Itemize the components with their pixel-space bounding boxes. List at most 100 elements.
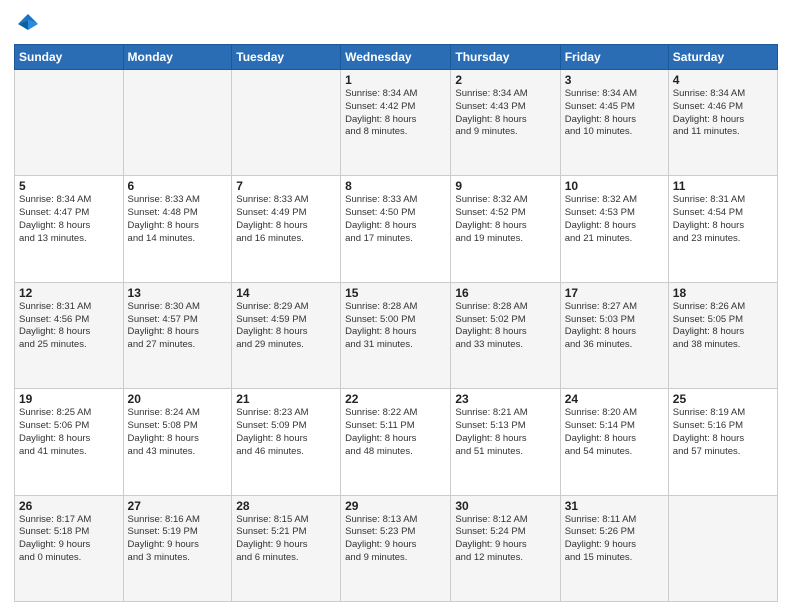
day-info: Sunrise: 8:31 AM Sunset: 4:56 PM Dayligh… [19, 301, 119, 352]
calendar-cell: 19Sunrise: 8:25 AM Sunset: 5:06 PM Dayli… [15, 389, 124, 495]
day-info: Sunrise: 8:31 AM Sunset: 4:54 PM Dayligh… [673, 194, 773, 245]
day-info: Sunrise: 8:28 AM Sunset: 5:02 PM Dayligh… [455, 301, 555, 352]
calendar-cell: 22Sunrise: 8:22 AM Sunset: 5:11 PM Dayli… [341, 389, 451, 495]
day-number: 24 [565, 392, 664, 406]
day-info: Sunrise: 8:13 AM Sunset: 5:23 PM Dayligh… [345, 514, 446, 565]
header [14, 10, 778, 38]
day-number: 29 [345, 499, 446, 513]
calendar-cell: 27Sunrise: 8:16 AM Sunset: 5:19 PM Dayli… [123, 495, 232, 601]
calendar-cell: 11Sunrise: 8:31 AM Sunset: 4:54 PM Dayli… [668, 176, 777, 282]
calendar-cell: 3Sunrise: 8:34 AM Sunset: 4:45 PM Daylig… [560, 70, 668, 176]
calendar-cell: 7Sunrise: 8:33 AM Sunset: 4:49 PM Daylig… [232, 176, 341, 282]
day-number: 19 [19, 392, 119, 406]
day-number: 2 [455, 73, 555, 87]
day-number: 1 [345, 73, 446, 87]
day-info: Sunrise: 8:27 AM Sunset: 5:03 PM Dayligh… [565, 301, 664, 352]
calendar-cell [123, 70, 232, 176]
day-number: 11 [673, 179, 773, 193]
day-number: 15 [345, 286, 446, 300]
day-info: Sunrise: 8:12 AM Sunset: 5:24 PM Dayligh… [455, 514, 555, 565]
calendar-cell: 2Sunrise: 8:34 AM Sunset: 4:43 PM Daylig… [451, 70, 560, 176]
weekday-header-saturday: Saturday [668, 45, 777, 70]
calendar-cell: 31Sunrise: 8:11 AM Sunset: 5:26 PM Dayli… [560, 495, 668, 601]
calendar-cell: 30Sunrise: 8:12 AM Sunset: 5:24 PM Dayli… [451, 495, 560, 601]
day-info: Sunrise: 8:34 AM Sunset: 4:47 PM Dayligh… [19, 194, 119, 245]
day-info: Sunrise: 8:17 AM Sunset: 5:18 PM Dayligh… [19, 514, 119, 565]
calendar-cell: 10Sunrise: 8:32 AM Sunset: 4:53 PM Dayli… [560, 176, 668, 282]
day-number: 17 [565, 286, 664, 300]
day-info: Sunrise: 8:22 AM Sunset: 5:11 PM Dayligh… [345, 407, 446, 458]
calendar-cell: 4Sunrise: 8:34 AM Sunset: 4:46 PM Daylig… [668, 70, 777, 176]
calendar-cell: 5Sunrise: 8:34 AM Sunset: 4:47 PM Daylig… [15, 176, 124, 282]
day-number: 14 [236, 286, 336, 300]
day-info: Sunrise: 8:34 AM Sunset: 4:45 PM Dayligh… [565, 88, 664, 139]
day-info: Sunrise: 8:29 AM Sunset: 4:59 PM Dayligh… [236, 301, 336, 352]
calendar-cell: 13Sunrise: 8:30 AM Sunset: 4:57 PM Dayli… [123, 282, 232, 388]
calendar-cell: 24Sunrise: 8:20 AM Sunset: 5:14 PM Dayli… [560, 389, 668, 495]
day-info: Sunrise: 8:11 AM Sunset: 5:26 PM Dayligh… [565, 514, 664, 565]
calendar-cell: 23Sunrise: 8:21 AM Sunset: 5:13 PM Dayli… [451, 389, 560, 495]
calendar-cell: 6Sunrise: 8:33 AM Sunset: 4:48 PM Daylig… [123, 176, 232, 282]
day-info: Sunrise: 8:34 AM Sunset: 4:43 PM Dayligh… [455, 88, 555, 139]
calendar-cell: 18Sunrise: 8:26 AM Sunset: 5:05 PM Dayli… [668, 282, 777, 388]
day-number: 22 [345, 392, 446, 406]
day-number: 3 [565, 73, 664, 87]
week-row-3: 12Sunrise: 8:31 AM Sunset: 4:56 PM Dayli… [15, 282, 778, 388]
calendar-cell: 1Sunrise: 8:34 AM Sunset: 4:42 PM Daylig… [341, 70, 451, 176]
week-row-4: 19Sunrise: 8:25 AM Sunset: 5:06 PM Dayli… [15, 389, 778, 495]
weekday-header-thursday: Thursday [451, 45, 560, 70]
day-info: Sunrise: 8:23 AM Sunset: 5:09 PM Dayligh… [236, 407, 336, 458]
day-number: 16 [455, 286, 555, 300]
day-number: 4 [673, 73, 773, 87]
calendar-cell: 20Sunrise: 8:24 AM Sunset: 5:08 PM Dayli… [123, 389, 232, 495]
calendar-header: SundayMondayTuesdayWednesdayThursdayFrid… [15, 45, 778, 70]
day-number: 18 [673, 286, 773, 300]
day-info: Sunrise: 8:33 AM Sunset: 4:49 PM Dayligh… [236, 194, 336, 245]
week-row-2: 5Sunrise: 8:34 AM Sunset: 4:47 PM Daylig… [15, 176, 778, 282]
calendar-cell: 17Sunrise: 8:27 AM Sunset: 5:03 PM Dayli… [560, 282, 668, 388]
weekday-header-tuesday: Tuesday [232, 45, 341, 70]
week-row-1: 1Sunrise: 8:34 AM Sunset: 4:42 PM Daylig… [15, 70, 778, 176]
weekday-row: SundayMondayTuesdayWednesdayThursdayFrid… [15, 45, 778, 70]
day-info: Sunrise: 8:33 AM Sunset: 4:50 PM Dayligh… [345, 194, 446, 245]
calendar-cell: 12Sunrise: 8:31 AM Sunset: 4:56 PM Dayli… [15, 282, 124, 388]
day-info: Sunrise: 8:33 AM Sunset: 4:48 PM Dayligh… [128, 194, 228, 245]
day-number: 6 [128, 179, 228, 193]
calendar-cell: 25Sunrise: 8:19 AM Sunset: 5:16 PM Dayli… [668, 389, 777, 495]
day-info: Sunrise: 8:34 AM Sunset: 4:42 PM Dayligh… [345, 88, 446, 139]
calendar-cell: 9Sunrise: 8:32 AM Sunset: 4:52 PM Daylig… [451, 176, 560, 282]
calendar-cell: 29Sunrise: 8:13 AM Sunset: 5:23 PM Dayli… [341, 495, 451, 601]
weekday-header-friday: Friday [560, 45, 668, 70]
calendar-cell: 14Sunrise: 8:29 AM Sunset: 4:59 PM Dayli… [232, 282, 341, 388]
calendar-cell: 15Sunrise: 8:28 AM Sunset: 5:00 PM Dayli… [341, 282, 451, 388]
day-number: 10 [565, 179, 664, 193]
day-number: 9 [455, 179, 555, 193]
day-info: Sunrise: 8:15 AM Sunset: 5:21 PM Dayligh… [236, 514, 336, 565]
weekday-header-wednesday: Wednesday [341, 45, 451, 70]
logo-icon [14, 10, 42, 38]
day-number: 31 [565, 499, 664, 513]
day-info: Sunrise: 8:24 AM Sunset: 5:08 PM Dayligh… [128, 407, 228, 458]
day-info: Sunrise: 8:26 AM Sunset: 5:05 PM Dayligh… [673, 301, 773, 352]
day-info: Sunrise: 8:30 AM Sunset: 4:57 PM Dayligh… [128, 301, 228, 352]
day-number: 12 [19, 286, 119, 300]
day-info: Sunrise: 8:20 AM Sunset: 5:14 PM Dayligh… [565, 407, 664, 458]
calendar-body: 1Sunrise: 8:34 AM Sunset: 4:42 PM Daylig… [15, 70, 778, 602]
day-number: 5 [19, 179, 119, 193]
day-number: 26 [19, 499, 119, 513]
calendar-cell: 26Sunrise: 8:17 AM Sunset: 5:18 PM Dayli… [15, 495, 124, 601]
week-row-5: 26Sunrise: 8:17 AM Sunset: 5:18 PM Dayli… [15, 495, 778, 601]
day-number: 23 [455, 392, 555, 406]
weekday-header-sunday: Sunday [15, 45, 124, 70]
day-info: Sunrise: 8:32 AM Sunset: 4:53 PM Dayligh… [565, 194, 664, 245]
calendar-cell [15, 70, 124, 176]
day-info: Sunrise: 8:19 AM Sunset: 5:16 PM Dayligh… [673, 407, 773, 458]
calendar-cell [232, 70, 341, 176]
day-number: 27 [128, 499, 228, 513]
calendar-cell: 28Sunrise: 8:15 AM Sunset: 5:21 PM Dayli… [232, 495, 341, 601]
calendar-cell: 8Sunrise: 8:33 AM Sunset: 4:50 PM Daylig… [341, 176, 451, 282]
calendar-cell: 16Sunrise: 8:28 AM Sunset: 5:02 PM Dayli… [451, 282, 560, 388]
day-number: 13 [128, 286, 228, 300]
day-info: Sunrise: 8:21 AM Sunset: 5:13 PM Dayligh… [455, 407, 555, 458]
weekday-header-monday: Monday [123, 45, 232, 70]
